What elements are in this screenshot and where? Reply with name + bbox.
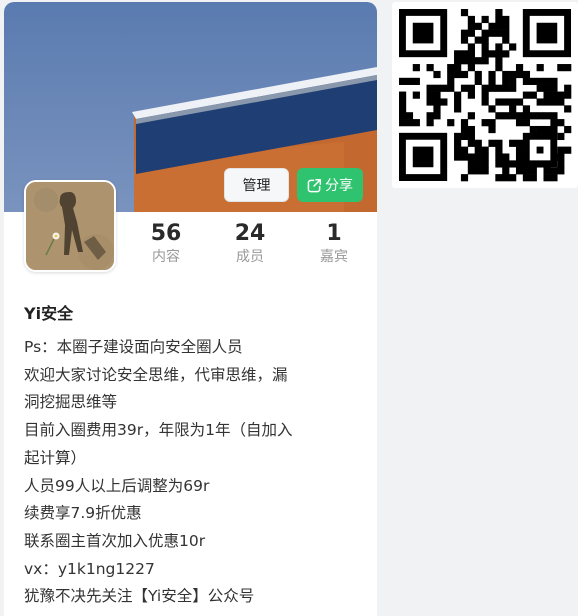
description-line: 起计算） (24, 448, 87, 467)
stat-value: 56 (150, 221, 182, 246)
share-label: 分享 (325, 178, 353, 194)
stat-content[interactable]: 56 内容 (131, 220, 201, 266)
stat-value: 1 (326, 221, 342, 246)
description-line: 联系圈主首次加入优惠10r (24, 531, 206, 550)
manage-button[interactable]: 管理 (224, 168, 289, 202)
qr-code-image (399, 9, 572, 182)
group-avatar[interactable] (24, 180, 116, 272)
share-button[interactable]: 分享 (297, 168, 363, 202)
group-title: Yi安全 (24, 304, 74, 323)
description-line: 欢迎大家讨论安全思维，代审思维，漏 (24, 365, 288, 384)
stat-members[interactable]: 24 成员 (215, 220, 285, 266)
stat-label: 成员 (236, 249, 264, 265)
description-line: Ps：本圈子建设面向安全圈人员 (24, 338, 243, 356)
group-description: Ps：本圈子建设面向安全圈人员 欢迎大家讨论安全思维，代审思维，漏 洞挖掘思维等… (24, 334, 359, 611)
group-card: 管理 分享 56 内容 24 成员 1 嘉宾 Yi安全 Ps：本圈子建设面向安全… (4, 2, 377, 616)
stat-value: 24 (234, 221, 266, 246)
description-line: 目前入圈费用39r，年限为1年（自加入 (24, 421, 293, 440)
description-line: vx：y1k1ng1227 (24, 559, 155, 578)
qr-code[interactable] (392, 2, 578, 188)
stat-label: 内容 (152, 249, 180, 265)
description-line: 犹豫不决先关注【Yi安全】公众号 (24, 587, 255, 606)
share-icon (307, 178, 322, 193)
description-line: 续费享7.9折优惠 (24, 504, 142, 523)
description-line: 人员99人以上后调整为69r (24, 476, 210, 495)
description-line: 洞挖掘思维等 (24, 393, 118, 412)
stat-guests[interactable]: 1 嘉宾 (299, 220, 369, 266)
stat-label: 嘉宾 (320, 249, 348, 265)
